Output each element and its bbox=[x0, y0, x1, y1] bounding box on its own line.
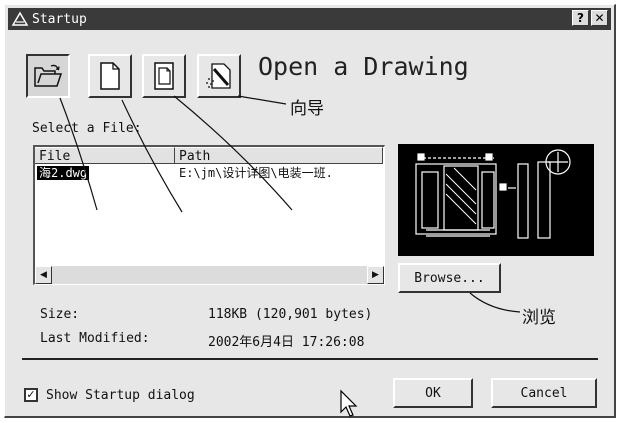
wizard-icon bbox=[206, 63, 231, 89]
close-button[interactable]: ✕ bbox=[591, 10, 608, 26]
last-modified-value: 2002年6月4日 17:26:08 bbox=[208, 335, 365, 350]
column-header-file[interactable]: File bbox=[35, 147, 175, 164]
help-button[interactable]: ? bbox=[572, 10, 589, 26]
last-modified-label: Last Modified: bbox=[40, 331, 150, 346]
browse-button[interactable]: Browse... bbox=[398, 263, 501, 293]
open-folder-icon bbox=[34, 64, 63, 87]
new-drawing-button[interactable] bbox=[88, 54, 132, 98]
table-row[interactable]: 海2.dwg bbox=[37, 166, 90, 181]
column-header-path[interactable]: Path bbox=[175, 147, 383, 164]
divider bbox=[22, 358, 598, 360]
size-label: Size: bbox=[40, 307, 80, 322]
window-title: Startup bbox=[32, 11, 87, 27]
show-startup-label[interactable]: Show Startup dialog bbox=[46, 388, 195, 403]
scroll-left-icon[interactable]: ◀ bbox=[35, 266, 52, 284]
scroll-right-icon[interactable]: ▶ bbox=[367, 266, 384, 284]
size-value: 118KB (120,901 bytes) bbox=[208, 307, 373, 322]
ok-button[interactable]: OK bbox=[393, 378, 473, 408]
select-file-label: Select a File: bbox=[32, 121, 142, 136]
callout-browse: 浏览 bbox=[522, 308, 556, 328]
cancel-button[interactable]: Cancel bbox=[491, 378, 597, 408]
file-name-cell: 海2.dwg bbox=[37, 166, 90, 180]
open-drawing-button[interactable] bbox=[26, 54, 70, 98]
wizard-button[interactable] bbox=[197, 54, 241, 98]
file-path-cell: E:\jm\设计详图\电装一班. bbox=[179, 166, 333, 180]
horizontal-scrollbar[interactable]: ◀ ▶ bbox=[35, 266, 384, 284]
preview-image bbox=[415, 149, 571, 239]
title-bar[interactable]: Startup ? ✕ bbox=[8, 8, 611, 30]
app-icon bbox=[11, 11, 29, 26]
callout-wizard: 向导 bbox=[290, 99, 324, 119]
dialog-heading: Open a Drawing bbox=[258, 52, 469, 81]
template-button[interactable] bbox=[142, 54, 186, 98]
drawing-preview bbox=[398, 144, 594, 256]
show-startup-checkbox[interactable]: ✓ bbox=[24, 388, 38, 402]
new-document-icon bbox=[100, 62, 120, 90]
file-list[interactable]: File Path 海2.dwg E:\jm\设计详图\电装一班. ◀ ▶ bbox=[33, 145, 385, 285]
template-icon bbox=[154, 62, 174, 90]
